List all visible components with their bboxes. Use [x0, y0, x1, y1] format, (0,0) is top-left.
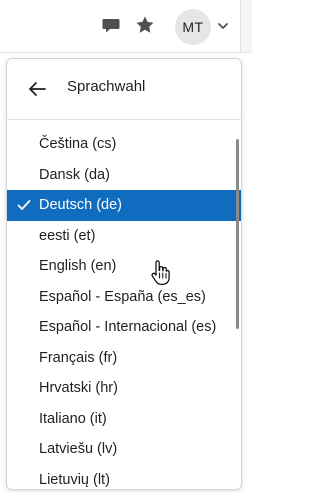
hand-pointer-cursor-icon: [151, 260, 170, 285]
language-option[interactable]: Español - Internacional (es): [7, 312, 241, 343]
panel-title: Sprachwahl: [67, 78, 146, 95]
language-label: Latviešu (lv): [39, 441, 118, 457]
language-label: Dansk (da): [39, 166, 110, 183]
language-option[interactable]: Dansk (da): [7, 160, 241, 191]
language-label: Lietuvių (lt): [39, 471, 110, 488]
language-option[interactable]: Italiano (it): [7, 404, 241, 435]
language-option[interactable]: Hrvatski (hr): [7, 373, 241, 404]
page-edge: [240, 0, 252, 52]
arrow-left-icon[interactable]: [23, 77, 51, 101]
language-menu-panel: Sprachwahl Čeština (cs) Dansk (da) Deuts…: [6, 58, 242, 490]
language-option[interactable]: eesti (et): [7, 221, 241, 252]
language-option[interactable]: Español - España (es_es): [7, 282, 241, 313]
chevron-down-icon[interactable]: [217, 20, 229, 32]
language-label: Deutsch (de): [39, 197, 123, 213]
panel-header: Sprachwahl: [7, 59, 241, 120]
language-option[interactable]: Čeština (cs): [7, 129, 241, 160]
chat-icon[interactable]: [101, 15, 121, 35]
language-label: Hrvatski (hr): [39, 380, 118, 396]
language-label: Español - Internacional (es): [39, 319, 217, 335]
language-label: Français (fr): [39, 349, 118, 366]
check-icon: [17, 200, 31, 210]
language-option[interactable]: Français (fr): [7, 343, 241, 374]
language-label: Español - España (es_es): [39, 288, 206, 305]
language-label: English (en): [39, 258, 117, 274]
user-avatar[interactable]: MT: [175, 9, 211, 45]
language-label: Italiano (it): [39, 410, 107, 427]
star-icon[interactable]: [135, 15, 155, 35]
language-option[interactable]: Lietuvių (lt): [7, 465, 241, 490]
top-navbar: MT: [0, 0, 252, 53]
language-label: eesti (et): [39, 227, 96, 244]
language-option[interactable]: English (en): [7, 251, 241, 282]
language-list: Čeština (cs) Dansk (da) Deutsch (de) ees…: [7, 129, 241, 490]
language-option[interactable]: Latviešu (lv): [7, 434, 241, 465]
language-option-selected[interactable]: Deutsch (de): [7, 190, 241, 221]
scrollbar[interactable]: [236, 139, 239, 329]
language-label: Čeština (cs): [39, 136, 117, 152]
